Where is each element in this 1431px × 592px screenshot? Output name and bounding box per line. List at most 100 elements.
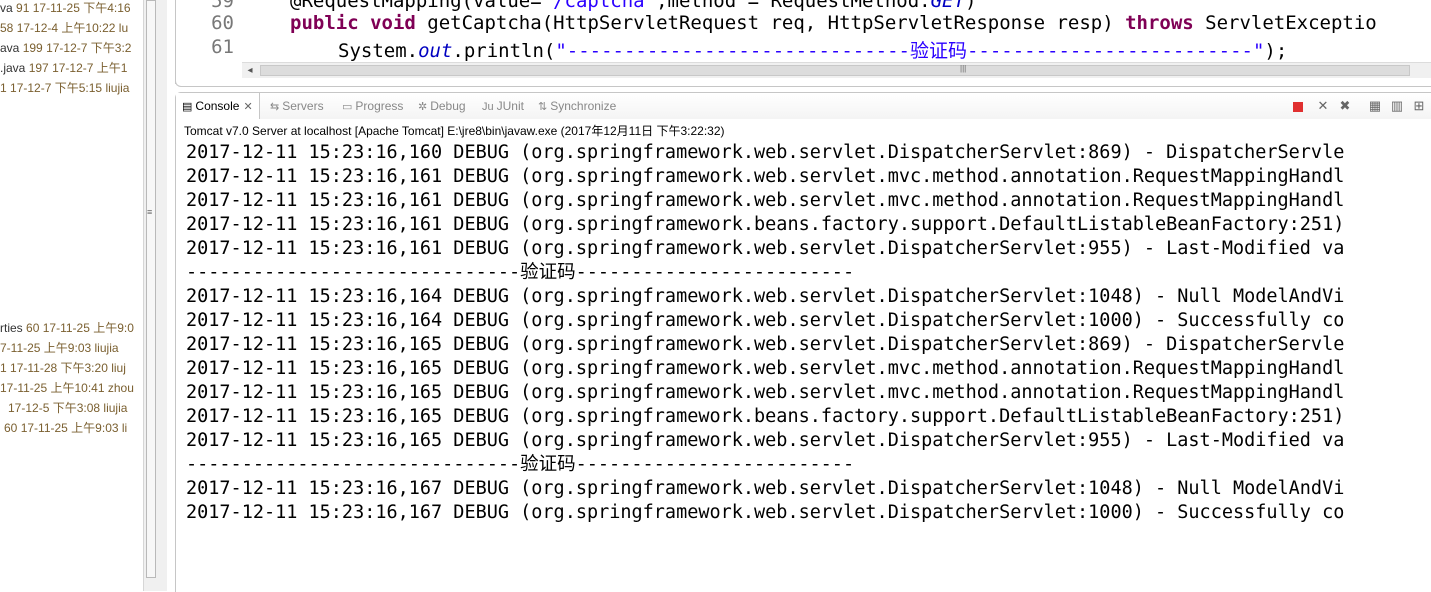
author: lu	[118, 21, 129, 35]
tab-label: Debug	[430, 99, 466, 113]
explorer-scroll-thumb[interactable]	[146, 0, 156, 578]
code-editor[interactable]: 59 60 61 @RequestMapping(value="/captcha…	[175, 0, 1431, 84]
tab-console[interactable]: ▤ Console ✕	[176, 93, 260, 119]
tab-label: Progress	[355, 99, 404, 113]
scroll-grip-icon: |||	[960, 64, 967, 73]
explorer-row[interactable]: 7-11-25 上午9:03 liujia	[0, 338, 119, 358]
file-name: rties	[0, 321, 23, 335]
console-output[interactable]: 2017-12-11 15:23:16,160 DEBUG (org.sprin…	[186, 141, 1431, 525]
code-text: getCaptcha(HttpServletRequest req, HttpS…	[415, 12, 1126, 34]
date: 17-12-4 上午10:22	[16, 21, 116, 35]
tab-progress[interactable]: ▭ Progress	[342, 93, 403, 119]
log-line: 2017-12-11 15:23:16,165 DEBUG (org.sprin…	[186, 430, 1345, 451]
keyword: public	[290, 12, 359, 34]
code-text: ServletExceptio	[1193, 12, 1377, 34]
author: liujia	[103, 401, 128, 415]
log-line: 2017-12-11 15:23:16,165 DEBUG (org.sprin…	[186, 382, 1345, 403]
log-line: 2017-12-11 15:23:16,165 DEBUG (org.sprin…	[186, 406, 1345, 427]
log-line: 2017-12-11 15:23:16,165 DEBUG (org.sprin…	[186, 358, 1345, 379]
clear-console-icon[interactable]: ▦	[1367, 98, 1383, 114]
explorer-row[interactable]: 58 17-12-4 上午10:22 lu	[0, 18, 128, 38]
editor-frame	[175, 80, 1431, 87]
file-name: ava	[0, 41, 20, 55]
log-line: 2017-12-11 15:23:16,167 DEBUG (org.sprin…	[186, 502, 1345, 523]
line-number: 61	[211, 36, 234, 58]
date: 7-11-25 上午9:03	[0, 341, 92, 355]
date: 17-11-25 上午10:41	[0, 381, 105, 395]
code-text: )	[964, 0, 977, 12]
remove-launch-icon[interactable]: ✕	[1315, 98, 1331, 114]
revision: 58	[0, 21, 14, 35]
debug-icon: ✲	[418, 101, 428, 113]
revision: 60	[26, 321, 40, 335]
servers-icon: ⇆	[270, 101, 280, 113]
editor-scroll-thumb[interactable]	[260, 65, 1410, 76]
author: liujia	[105, 81, 130, 95]
log-line: 2017-12-11 15:23:16,165 DEBUG (org.sprin…	[186, 334, 1345, 355]
tab-servers[interactable]: ⇆ Servers	[270, 93, 324, 119]
log-line: 2017-12-11 15:23:16,161 DEBUG (org.sprin…	[186, 238, 1345, 259]
tab-label: Console	[195, 99, 240, 113]
explorer-row[interactable]: 17-12-5 下午3:08 liujia	[8, 398, 127, 418]
author: zhou	[107, 381, 134, 395]
package-explorer: va 91 17-11-25 下午4:16 58 17-12-4 上午10:22…	[0, 0, 143, 591]
line-number: 59	[211, 0, 234, 12]
console-view: ▤ Console ✕ ⇆ Servers ▭ Progress ✲ Debug Ju JU…	[175, 92, 1431, 592]
junit-icon: Ju	[482, 101, 494, 113]
explorer-row[interactable]: 1 17-12-7 下午5:15 liujia	[0, 78, 129, 98]
log-line: 2017-12-11 15:23:16,161 DEBUG (org.sprin…	[186, 214, 1345, 235]
date: 17-12-7 下午5:15	[10, 81, 103, 95]
tab-label: JUnit	[496, 99, 524, 113]
annotation-text: @RequestMapping(value=	[290, 0, 542, 12]
view-sash[interactable]	[159, 0, 167, 591]
date: 17-11-25 下午4:16	[32, 1, 131, 15]
date: 17-11-25 上午9:03	[20, 421, 119, 435]
log-line: 2017-12-11 15:23:16,161 DEBUG (org.sprin…	[186, 166, 1345, 187]
line-number: 60	[211, 12, 234, 34]
line-number-gutter: 59 60 61	[176, 0, 238, 62]
explorer-row[interactable]: ava 199 17-12-7 下午3:2	[0, 38, 131, 58]
close-icon[interactable]: ✕	[243, 101, 252, 113]
code-text: );	[1264, 40, 1288, 62]
author: li	[121, 421, 128, 435]
explorer-row[interactable]: 60 17-11-25 上午9:03 li	[4, 418, 127, 438]
explorer-row[interactable]: 17-11-25 上午10:41 zhou	[0, 378, 134, 398]
log-line: 2017-12-11 15:23:16,160 DEBUG (org.sprin…	[186, 142, 1345, 163]
log-line-separator: ------------------------------验证码-------…	[186, 454, 855, 475]
tab-synchronize[interactable]: ⇅ Synchronize	[538, 93, 616, 119]
terminate-icon[interactable]	[1293, 102, 1303, 112]
keyword: throws	[1125, 12, 1194, 34]
date: 17-11-28 下午3:20	[10, 361, 108, 375]
code-text: System.	[338, 40, 419, 62]
file-name: va	[0, 1, 13, 15]
editor-horizontal-scrollbar[interactable]: ◂ |||	[242, 62, 1431, 78]
log-line: 2017-12-11 15:23:16,164 DEBUG (org.sprin…	[186, 310, 1345, 331]
date: 17-11-25 上午9:0	[42, 321, 134, 335]
date: 17-12-7 上午1	[52, 61, 128, 75]
string-literal: "/captcha"	[541, 0, 657, 12]
keyword: void	[370, 12, 416, 34]
revision: 1	[0, 81, 7, 95]
revision: 197	[28, 61, 49, 75]
explorer-row[interactable]: rties 60 17-11-25 上午9:0	[0, 318, 134, 338]
log-line-separator: ------------------------------验证码-------…	[186, 262, 855, 283]
pin-console-icon[interactable]: ⊞	[1411, 98, 1427, 114]
field-ref: GET	[930, 0, 965, 12]
view-tab-bar: ▤ Console ✕ ⇆ Servers ▭ Progress ✲ Debug Ju JU…	[176, 93, 1431, 119]
code-line-59: @RequestMapping(value="/captcha",method …	[290, 0, 976, 12]
author: liuj	[111, 361, 126, 375]
tab-label: Servers	[282, 99, 324, 113]
tab-debug[interactable]: ✲ Debug	[418, 93, 466, 119]
explorer-row[interactable]: 1 17-11-28 下午3:20 liuj	[0, 358, 126, 378]
tab-junit[interactable]: Ju JUnit	[482, 93, 524, 119]
revision: 91	[16, 1, 30, 15]
string-literal: "------------------------------验证码------…	[555, 40, 1265, 62]
explorer-row[interactable]: .java 197 17-12-7 上午1	[0, 58, 127, 78]
date: 17-12-5 下午3:08	[8, 401, 101, 415]
scroll-lock-icon[interactable]: ▥	[1389, 98, 1405, 114]
scroll-left-arrow-icon[interactable]: ◂	[242, 63, 258, 78]
code-text: .println(	[452, 40, 556, 62]
explorer-row[interactable]: va 91 17-11-25 下午4:16	[0, 0, 131, 18]
code-line-60: public void getCaptcha(HttpServletReques…	[290, 12, 1377, 34]
remove-all-terminated-icon[interactable]: ✖	[1337, 98, 1353, 114]
